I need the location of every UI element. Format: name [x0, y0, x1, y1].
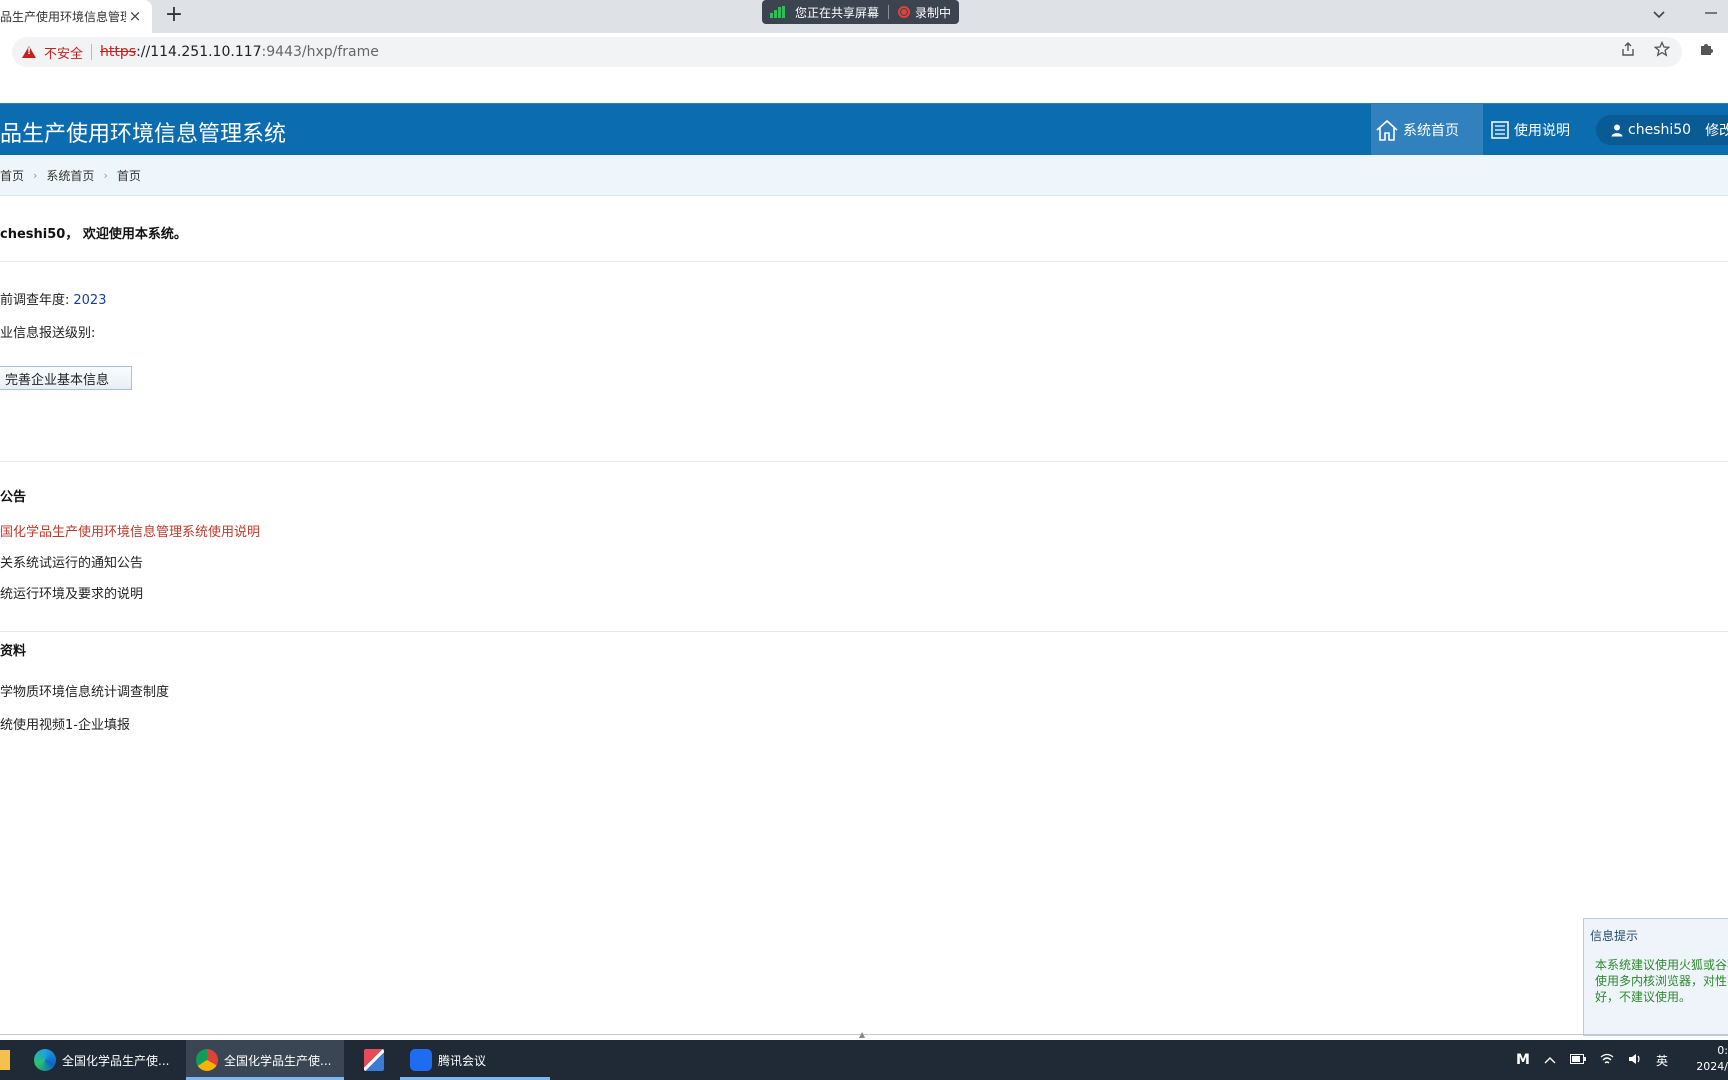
url-host: ://114.251.10.117 — [136, 44, 262, 60]
app-title: 品生产使用环境信息管理系统 — [0, 122, 287, 147]
complete-company-info-button[interactable]: 完善企业基本信息 — [0, 366, 132, 390]
nav-help-label: 使用说明 — [1514, 122, 1570, 139]
taskbar-edge-window[interactable]: 全国化学品生产使... — [24, 1040, 176, 1080]
browser-tabstrip: 品生产使用环境信息管理 × + 您正在共享屏幕 录制中 — [0, 0, 1728, 33]
battery-icon[interactable] — [1569, 1053, 1586, 1067]
system-clock[interactable]: 0: 2024/ — [1696, 1043, 1728, 1075]
file-explorer-icon[interactable] — [0, 1050, 10, 1070]
url-omnibox[interactable]: 不安全 https ://114.251.10.117 :9443/hxp/fr… — [12, 37, 1682, 67]
browser-address-bar: 不安全 https ://114.251.10.117 :9443/hxp/fr… — [0, 33, 1728, 71]
nav-user-guide[interactable]: 使用说明 — [1490, 104, 1570, 155]
share-divider — [888, 5, 890, 19]
tab-search-chevron-icon[interactable] — [1652, 5, 1666, 24]
bookmark-star-icon[interactable] — [1653, 40, 1671, 61]
popup-body: 本系统建议使用火狐或谷荐使用多内核浏览器，对性不好，不建议使用。 — [1595, 958, 1728, 1004]
ime-indicator[interactable]: 英 — [1656, 1052, 1668, 1069]
address-bar-actions — [1620, 40, 1714, 61]
divider — [0, 261, 1728, 262]
url-path: :9443/hxp/frame — [261, 44, 379, 60]
browser-tab-active[interactable]: 品生产使用环境信息管理 × — [0, 0, 152, 33]
breadcrumb-item[interactable]: 首页 — [0, 167, 24, 184]
app-icon — [364, 1049, 384, 1071]
material-link[interactable]: 学物质环境信息统计调查制度 — [0, 681, 169, 700]
new-tab-button[interactable]: + — [162, 4, 186, 28]
caret-up-icon[interactable]: ▲ — [859, 1031, 867, 1039]
chevron-right-icon: › — [103, 168, 108, 182]
url-scheme: https — [100, 44, 137, 60]
tab-close-icon[interactable]: × — [126, 7, 144, 25]
extensions-puzzle-icon[interactable] — [1698, 41, 1714, 61]
user-menu[interactable]: cheshi50 修改 — [1596, 115, 1728, 145]
record-icon — [898, 6, 911, 18]
survey-year-value: 2023 — [73, 293, 107, 308]
sharing-label: 您正在共享屏幕 — [795, 5, 880, 20]
edit-profile-link[interactable]: 修改 — [1705, 120, 1728, 140]
taskbar-item-label: 全国化学品生产使... — [224, 1053, 332, 1068]
survey-year-label: 前调查年度: — [0, 293, 70, 308]
username: cheshi50 — [1628, 122, 1692, 138]
info-tip-popup: 信息提示 本系统建议使用火狐或谷荐使用多内核浏览器，对性不好，不建议使用。 — [1583, 918, 1728, 1036]
taskbar-item-label: 腾讯会议 — [438, 1053, 487, 1068]
security-status[interactable]: 不安全 — [44, 43, 83, 62]
app-header: 品生产使用环境信息管理系统 系统首页 使用说明 cheshi50 修改 — [0, 103, 1728, 155]
m-app-icon[interactable]: M — [1516, 1052, 1530, 1068]
divider — [0, 631, 1728, 632]
system-tray: M 英 — [1516, 1040, 1682, 1080]
signal-bars-icon — [770, 6, 785, 18]
omnibox-divider — [91, 44, 93, 60]
os-taskbar: 全国化学品生产使... 全国化学品生产使... 腾讯会议 M 英 0: 2024… — [0, 1040, 1728, 1080]
popup-title: 信息提示 — [1590, 929, 1639, 943]
taskbar-app-window[interactable] — [354, 1040, 390, 1080]
nav-system-home[interactable]: 系统首页 — [1371, 104, 1483, 155]
chevron-up-icon[interactable] — [1544, 1053, 1556, 1067]
volume-icon[interactable] — [1628, 1053, 1642, 1068]
welcome-message: cheshi50， 欢迎使用本系统。 — [0, 227, 187, 242]
survey-year-row: 前调查年度: 2023 — [0, 289, 106, 308]
notice-link[interactable]: 统运行环境及要求的说明 — [0, 583, 143, 602]
breadcrumb-item-current: 首页 — [116, 168, 141, 183]
nav-home-label: 系统首页 — [1403, 122, 1459, 139]
recording-label: 录制中 — [915, 5, 952, 20]
window-minimize-icon[interactable] — [1704, 3, 1718, 28]
taskbar-tencent-meeting[interactable]: 腾讯会议 — [400, 1040, 550, 1080]
report-level-label: 业信息报送级别: — [0, 326, 96, 341]
clock-date: 2024/ — [1696, 1060, 1728, 1073]
edge-browser-icon — [34, 1049, 56, 1071]
breadcrumb-item[interactable]: 系统首页 — [46, 167, 94, 184]
wifi-icon[interactable] — [1600, 1053, 1614, 1068]
clock-time: 0: — [1717, 1044, 1728, 1057]
tencent-meeting-icon — [410, 1049, 432, 1071]
document-list-icon — [1490, 120, 1510, 140]
chevron-right-icon: › — [33, 168, 38, 182]
divider — [0, 461, 1728, 462]
chrome-browser-icon — [196, 1049, 218, 1071]
notices-title: 公告 — [0, 490, 27, 505]
taskbar-chrome-window[interactable]: 全国化学品生产使... — [186, 1040, 344, 1080]
user-icon — [1610, 123, 1624, 137]
share-icon[interactable] — [1620, 41, 1636, 61]
tab-title: 品生产使用环境信息管理 — [0, 10, 126, 24]
breadcrumb: 首页 › 系统首页 › 首页 — [0, 155, 1728, 196]
warning-icon — [22, 46, 36, 58]
home-icon — [1375, 118, 1399, 142]
materials-title: 资料 — [0, 644, 27, 659]
notice-link[interactable]: 关系统试运行的通知公告 — [0, 552, 143, 571]
taskbar-item-label: 全国化学品生产使... — [62, 1053, 170, 1068]
material-link[interactable]: 统使用视频1-企业填报 — [0, 714, 130, 733]
screen-share-indicator[interactable]: 您正在共享屏幕 录制中 — [762, 0, 960, 24]
notice-link[interactable]: 国化学品生产使用环境信息管理系统使用说明 — [0, 521, 260, 540]
